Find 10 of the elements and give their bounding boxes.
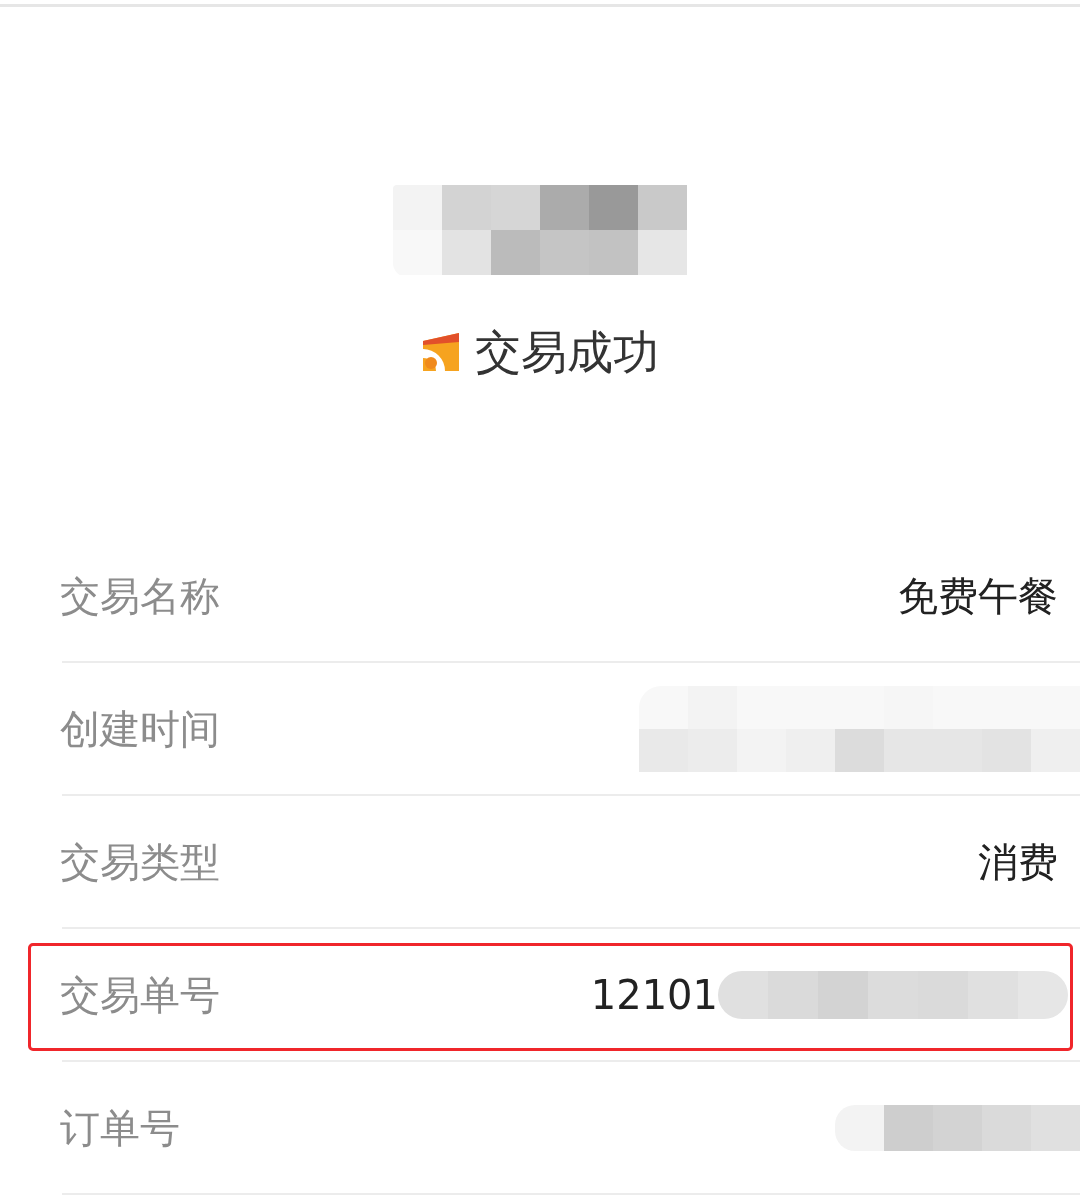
status-text: 交易成功 (475, 325, 659, 379)
field-value: 消费 (978, 837, 1058, 886)
field-label: 订单号 (60, 1103, 180, 1152)
field-label: 交易名称 (60, 571, 220, 620)
field-value: 12101 (590, 970, 718, 1019)
field-label: 交易类型 (60, 837, 220, 886)
field-label: 交易单号 (60, 970, 220, 1019)
field-value: 免费午餐 (898, 571, 1058, 620)
logo-icon (421, 333, 461, 371)
field-label: 创建时间 (60, 704, 220, 753)
